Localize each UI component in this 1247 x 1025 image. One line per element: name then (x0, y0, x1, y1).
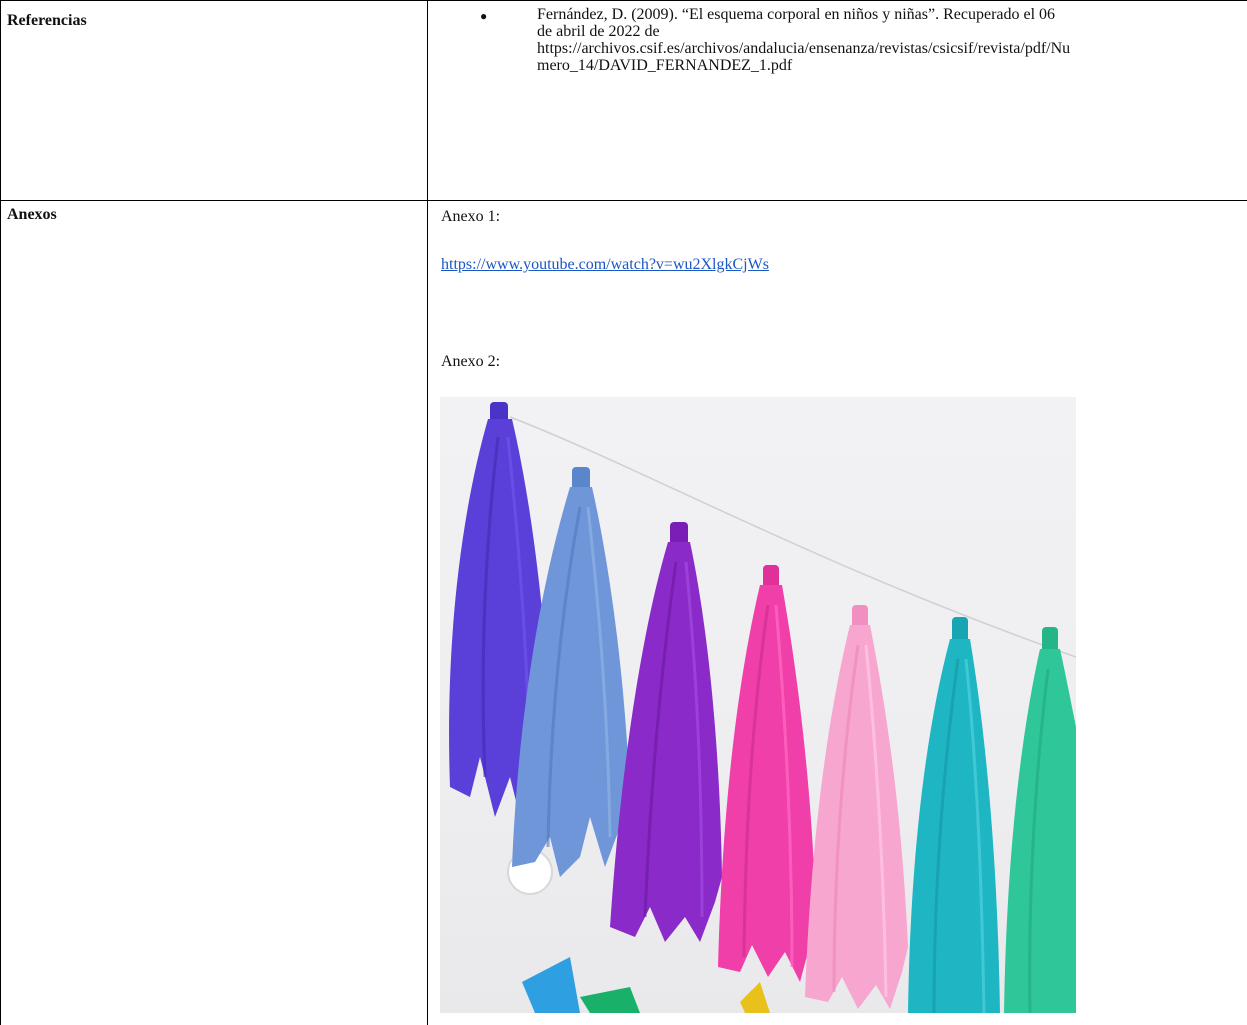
bullet-icon: ● (480, 9, 488, 23)
table-border-top (0, 0, 1247, 1)
annex2-title: Anexo 2: (441, 353, 501, 370)
tassel-green (1004, 627, 1076, 1013)
table-column-divider (427, 0, 428, 1025)
annex1-title: Anexo 1: (441, 208, 501, 225)
references-label: Referencias (7, 12, 87, 29)
tassel-garland-image (440, 397, 1076, 1013)
table-border-left (0, 0, 1, 1025)
tassel-teal (908, 617, 1000, 1013)
reference-entry: Fernández, D. (2009). “El esquema corpor… (537, 6, 1071, 74)
tassel-violet (610, 522, 722, 942)
tassel-hot-pink (718, 565, 816, 982)
annexes-label: Anexos (7, 206, 57, 223)
table-row-divider (0, 200, 1247, 201)
annex1-video-link[interactable]: https://www.youtube.com/watch?v=wu2XlgkC… (441, 255, 769, 275)
tassel-light-pink (805, 605, 908, 1009)
